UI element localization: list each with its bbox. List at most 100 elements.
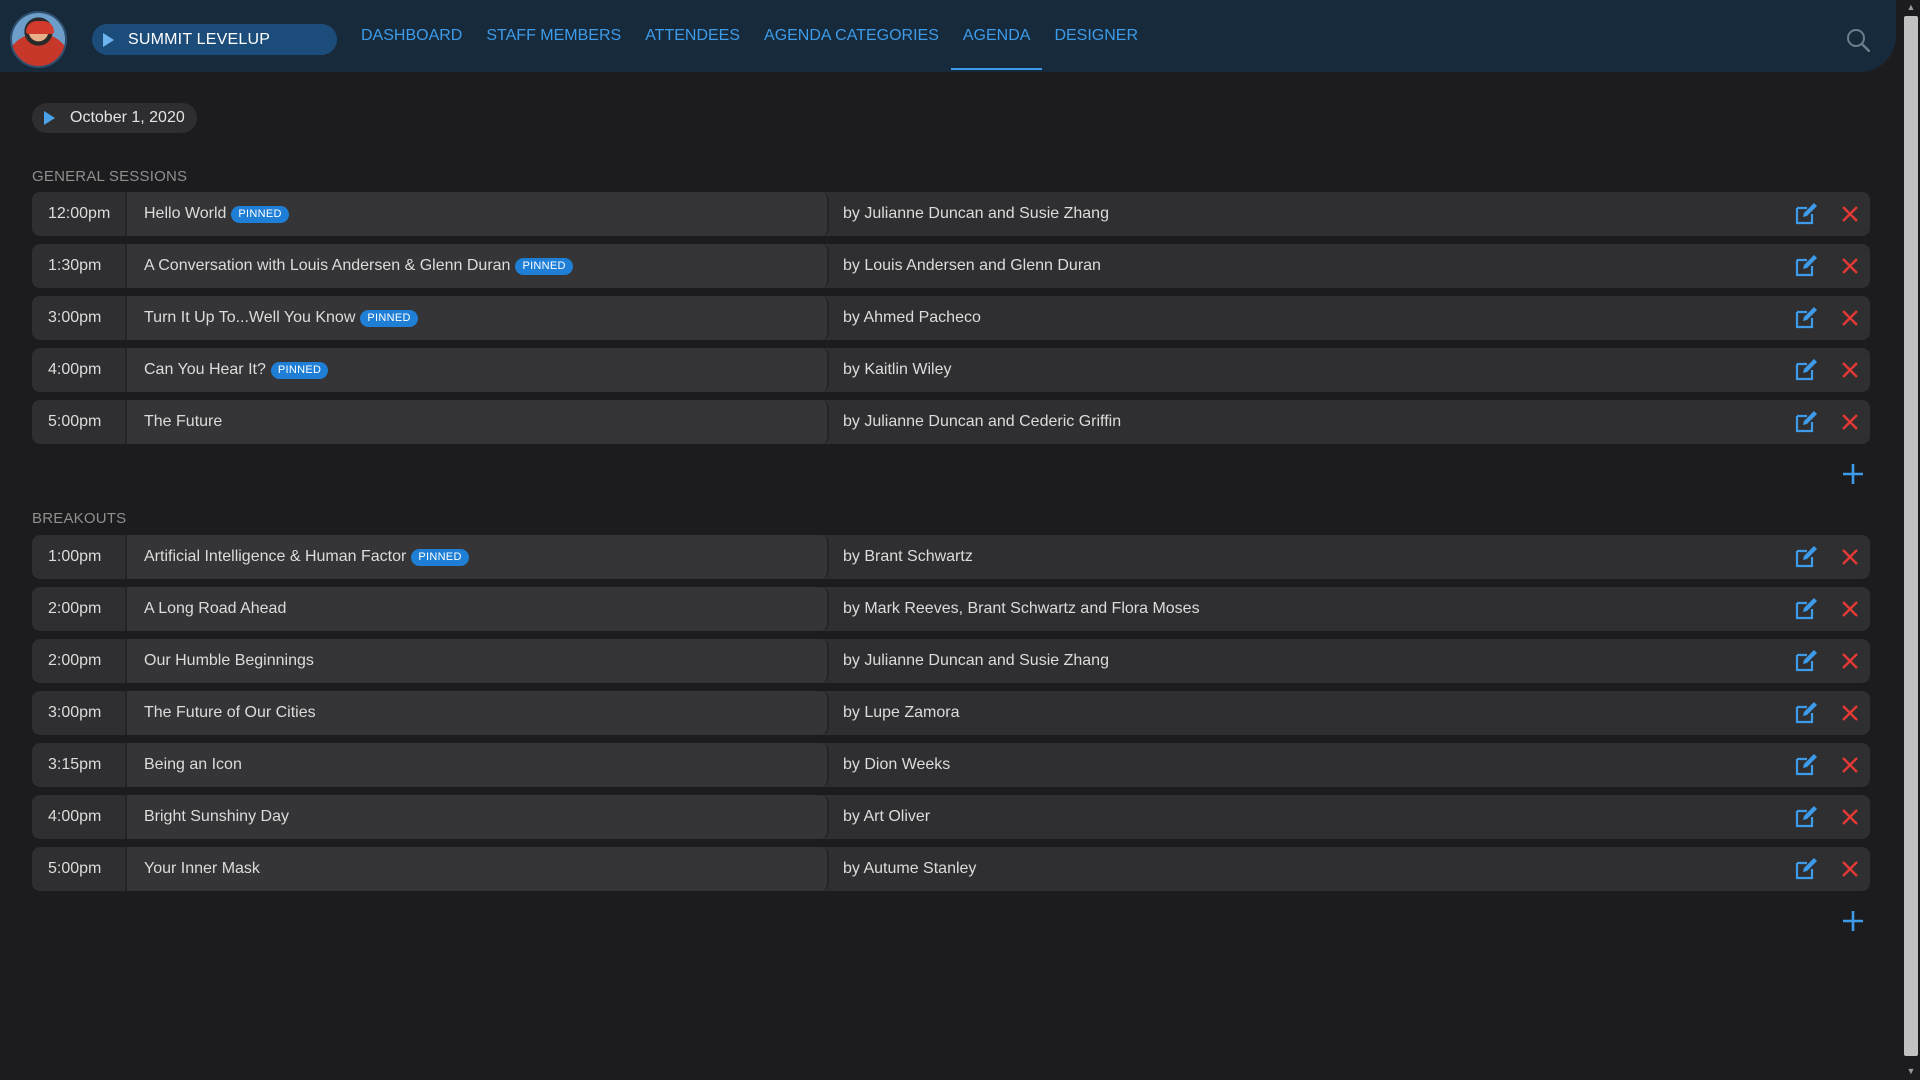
section-title: BREAKOUTS (32, 510, 127, 527)
session-title-cell: The Future of Our Cities (127, 691, 829, 735)
agenda-row[interactable]: 2:00pm Our Humble Beginnings by Julianne D… (32, 639, 1870, 683)
agenda-row[interactable]: 3:15pm Being an Icon by Dion Weeks (32, 743, 1870, 787)
session-title-cell: Your Inner Mask (127, 847, 829, 891)
session-speakers: by Brant Schwartz (843, 548, 973, 565)
event-selector[interactable]: SUMMIT LEVELUP (92, 24, 337, 55)
session-speakers: by Louis Andersen and Glenn Duran (843, 257, 1101, 274)
play-icon (103, 32, 114, 47)
session-speakers: by Autume Stanley (843, 860, 977, 877)
delete-icon[interactable] (1840, 547, 1860, 567)
session-title-cell: The Future (127, 400, 829, 444)
add-session-button[interactable] (1842, 463, 1864, 485)
edit-icon[interactable] (1794, 649, 1818, 673)
session-time: 4:00pm (32, 795, 127, 839)
delete-icon[interactable] (1840, 807, 1860, 827)
agenda-row[interactable]: 5:00pm Your Inner Mask by Autume Stanley (32, 847, 1870, 891)
session-speakers: by Kaitlin Wiley (843, 361, 952, 378)
pinned-badge: PINNED (360, 309, 418, 327)
delete-icon[interactable] (1840, 703, 1860, 723)
edit-icon[interactable] (1794, 254, 1818, 278)
delete-icon[interactable] (1840, 651, 1860, 671)
edit-icon[interactable] (1794, 545, 1818, 569)
delete-icon[interactable] (1840, 256, 1860, 276)
session-speakers: by Julianne Duncan and Cederic Griffin (843, 413, 1122, 430)
edit-icon[interactable] (1794, 410, 1818, 434)
session-time: 2:00pm (32, 587, 127, 631)
session-title: Artificial Intelligence & Human Factor (144, 548, 407, 565)
edit-icon[interactable] (1794, 306, 1818, 330)
session-title: The Future of Our Cities (144, 704, 316, 721)
add-session-button[interactable] (1842, 910, 1864, 932)
agenda-row[interactable]: 1:30pm A Conversation with Louis Andersen… (32, 244, 1870, 288)
avatar[interactable] (10, 11, 67, 68)
nav-item-agenda-categories[interactable]: AGENDA CATEGORIES (752, 0, 951, 72)
session-title: The Future (144, 413, 223, 430)
session-title: Hello World (144, 205, 227, 222)
agenda-list-breakouts: 1:00pm Artificial Intelligence & Human Fa… (32, 535, 1870, 899)
session-title-cell: Being an Icon (127, 743, 829, 787)
delete-icon[interactable] (1840, 755, 1860, 775)
pinned-badge: PINNED (515, 257, 573, 275)
session-time: 3:00pm (32, 296, 127, 340)
section-title: GENERAL SESSIONS (32, 168, 188, 185)
session-time: 2:00pm (32, 639, 127, 683)
search-icon[interactable] (1846, 28, 1870, 52)
agenda-row[interactable]: 3:00pm Turn It Up To...Well You Know PINNE… (32, 296, 1870, 340)
nav-item-staff-members[interactable]: STAFF MEMBERS (474, 0, 633, 72)
edit-icon[interactable] (1794, 805, 1818, 829)
edit-icon[interactable] (1794, 701, 1818, 725)
session-time: 12:00pm (32, 192, 127, 236)
edit-icon[interactable] (1794, 597, 1818, 621)
edit-icon[interactable] (1794, 358, 1818, 382)
nav-item-attendees[interactable]: ATTENDEES (633, 0, 752, 72)
nav-item-dashboard[interactable]: DASHBOARD (349, 0, 474, 72)
session-title: Bright Sunshiny Day (144, 808, 289, 825)
agenda-row[interactable]: 2:00pm A Long Road Ahead by Mark Reeves, B… (32, 587, 1870, 631)
session-speakers: by Julianne Duncan and Susie Zhang (843, 205, 1109, 222)
session-speakers: by Julianne Duncan and Susie Zhang (843, 652, 1109, 669)
session-time: 5:00pm (32, 400, 127, 444)
nav-item-agenda[interactable]: AGENDA (950, 0, 1043, 72)
delete-icon[interactable] (1840, 859, 1860, 879)
session-title-cell: Hello World PINNED (127, 192, 829, 236)
session-time: 4:00pm (32, 348, 127, 392)
scroll-up-arrow-icon[interactable]: ▲ (1906, 2, 1916, 12)
session-speakers: by Dion Weeks (843, 756, 951, 773)
delete-icon[interactable] (1840, 412, 1860, 432)
agenda-row[interactable]: 12:00pm Hello World PINNED by Julianne Dunc… (32, 192, 1870, 236)
pinned-badge: PINNED (270, 361, 329, 379)
session-time: 5:00pm (32, 847, 127, 891)
event-name: SUMMIT LEVELUP (128, 30, 271, 48)
agenda-row[interactable]: 1:00pm Artificial Intelligence & Human Fa… (32, 535, 1870, 579)
play-icon (44, 111, 55, 125)
delete-icon[interactable] (1840, 599, 1860, 619)
session-title-cell: Artificial Intelligence & Human Factor PI… (127, 535, 829, 579)
pinned-badge: PINNED (231, 205, 289, 223)
delete-icon[interactable] (1840, 204, 1860, 224)
session-title: Your Inner Mask (144, 860, 260, 877)
scroll-down-arrow-icon[interactable]: ▼ (1906, 1066, 1916, 1076)
date-selector[interactable]: October 1, 2020 (32, 103, 197, 133)
session-title-cell: Bright Sunshiny Day (127, 795, 829, 839)
edit-icon[interactable] (1794, 753, 1818, 777)
agenda-row[interactable]: 4:00pm Bright Sunshiny Day by Art Oliver (32, 795, 1870, 839)
agenda-row[interactable]: 5:00pm The Future by Julianne Duncan and C… (32, 400, 1870, 444)
session-time: 1:00pm (32, 535, 127, 579)
pinned-badge: PINNED (411, 548, 469, 566)
session-time: 3:15pm (32, 743, 127, 787)
scrollbar-thumb[interactable] (1904, 16, 1918, 1056)
nav-item-designer[interactable]: DESIGNER (1042, 0, 1150, 72)
agenda-row[interactable]: 3:00pm The Future of Our Cities by Lupe Za… (32, 691, 1870, 735)
session-speakers: by Ahmed Pacheco (843, 309, 981, 326)
session-title: Our Humble Beginnings (144, 652, 314, 669)
delete-icon[interactable] (1840, 360, 1860, 380)
session-title: A Long Road Ahead (144, 600, 287, 617)
session-title-cell: Our Humble Beginnings (127, 639, 829, 683)
delete-icon[interactable] (1840, 308, 1860, 328)
session-title: Being an Icon (144, 756, 242, 773)
edit-icon[interactable] (1794, 202, 1818, 226)
top-nav-bar: SUMMIT LEVELUP DASHBOARD STAFF MEMBERS A… (0, 0, 1896, 72)
edit-icon[interactable] (1794, 857, 1818, 881)
session-title: Turn It Up To...Well You Know (144, 309, 356, 326)
agenda-row[interactable]: 4:00pm Can You Hear It? PINNED by Kaitlin W… (32, 348, 1870, 392)
